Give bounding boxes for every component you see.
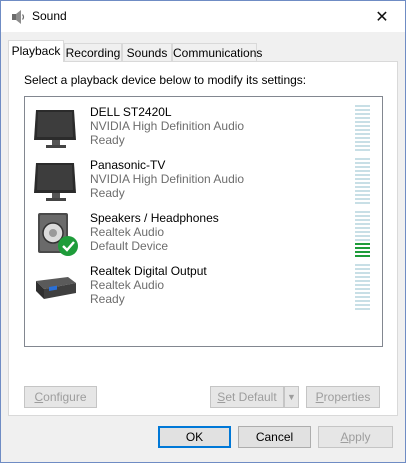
meter-segment	[355, 190, 370, 192]
meter-segment	[355, 105, 370, 107]
meter-segment	[355, 174, 370, 176]
meter-segment	[355, 247, 370, 249]
device-status: Default Device	[90, 239, 169, 253]
meter-segment	[355, 255, 370, 257]
meter-segment	[355, 272, 370, 274]
volume-meter	[355, 211, 370, 257]
device-driver: NVIDIA High Definition Audio	[90, 119, 245, 133]
meter-segment	[355, 223, 370, 225]
meter-segment	[355, 276, 370, 278]
properties-button[interactable]: Properties	[306, 386, 380, 408]
tab-sounds[interactable]: Sounds	[122, 43, 172, 61]
meter-segment	[355, 292, 370, 294]
device-status: Ready	[90, 186, 125, 200]
meter-segment	[355, 215, 370, 217]
tv-icon	[34, 163, 76, 201]
device-item-digital-output[interactable]: Realtek Digital Output Realtek Audio Rea…	[25, 261, 382, 314]
title-bar: Sound ✕	[1, 1, 405, 32]
meter-segment	[355, 198, 370, 200]
monitor-icon	[34, 110, 76, 148]
chevron-down-icon: ▼	[287, 392, 296, 402]
device-item-dell[interactable]: DELL ST2420L NVIDIA High Definition Audi…	[25, 102, 382, 155]
instruction-text: Select a playback device below to modify…	[24, 73, 307, 87]
meter-segment	[355, 284, 370, 286]
device-status: Ready	[90, 292, 125, 306]
device-name: DELL ST2420L	[90, 105, 172, 119]
default-device-check-icon	[58, 236, 78, 256]
meter-segment	[355, 288, 370, 290]
meter-segment	[355, 109, 370, 111]
device-item-speakers[interactable]: Speakers / Headphones Realtek Audio Defa…	[25, 208, 382, 261]
device-driver: NVIDIA High Definition Audio	[90, 172, 245, 186]
meter-segment	[355, 243, 370, 245]
speaker-app-icon	[12, 10, 25, 24]
meter-segment	[355, 239, 370, 241]
close-button[interactable]: ✕	[359, 1, 405, 32]
device-name: Speakers / Headphones	[90, 211, 219, 225]
volume-meter	[355, 264, 370, 310]
meter-segment	[355, 304, 370, 306]
speaker-icon	[38, 213, 78, 256]
meter-segment	[355, 308, 370, 310]
digital-output-icon	[36, 277, 76, 299]
apply-button[interactable]: Apply	[318, 426, 393, 448]
meter-segment	[355, 280, 370, 282]
tab-recording[interactable]: Recording	[64, 43, 122, 61]
device-driver: Realtek Audio	[90, 225, 165, 239]
meter-segment	[355, 235, 370, 237]
device-name: Realtek Digital Output	[90, 264, 207, 278]
meter-segment	[355, 145, 370, 147]
meter-segment	[355, 125, 370, 127]
meter-segment	[355, 162, 370, 164]
set-default-button[interactable]: Set Default	[210, 386, 284, 408]
configure-button[interactable]: Configure	[24, 386, 97, 408]
volume-meter	[355, 105, 370, 151]
cancel-button[interactable]: Cancel	[238, 426, 311, 448]
set-default-dropdown-button[interactable]: ▼	[284, 386, 299, 408]
meter-segment	[355, 117, 370, 119]
meter-segment	[355, 186, 370, 188]
meter-segment	[355, 133, 370, 135]
meter-segment	[355, 170, 370, 172]
meter-segment	[355, 231, 370, 233]
device-name: Panasonic-TV	[90, 158, 166, 172]
sound-dialog: Sound ✕ Playback Recording Sounds Commun…	[0, 0, 406, 463]
device-list[interactable]: DELL ST2420L NVIDIA High Definition Audi…	[24, 96, 383, 347]
meter-segment	[355, 211, 370, 213]
meter-segment	[355, 227, 370, 229]
meter-segment	[355, 121, 370, 123]
meter-segment	[355, 113, 370, 115]
meter-segment	[355, 296, 370, 298]
device-driver: Realtek Audio	[90, 278, 165, 292]
device-status: Ready	[90, 133, 125, 147]
meter-segment	[355, 158, 370, 160]
meter-segment	[355, 149, 370, 151]
meter-segment	[355, 178, 370, 180]
meter-segment	[355, 219, 370, 221]
meter-segment	[355, 166, 370, 168]
ok-button[interactable]: OK	[158, 426, 231, 448]
tab-playback[interactable]: Playback	[8, 40, 64, 62]
device-item-panasonic[interactable]: Panasonic-TV NVIDIA High Definition Audi…	[25, 155, 382, 208]
volume-meter	[355, 158, 370, 204]
window-title: Sound	[32, 9, 67, 23]
meter-segment	[355, 268, 370, 270]
meter-segment	[355, 300, 370, 302]
meter-segment	[355, 129, 370, 131]
meter-segment	[355, 141, 370, 143]
meter-segment	[355, 202, 370, 204]
playback-panel: Select a playback device below to modify…	[8, 61, 398, 416]
tab-communications[interactable]: Communications	[172, 43, 262, 61]
meter-segment	[355, 137, 370, 139]
close-icon: ✕	[375, 8, 389, 26]
meter-segment	[355, 264, 370, 266]
meter-segment	[355, 182, 370, 184]
meter-segment	[355, 251, 370, 253]
meter-segment	[355, 194, 370, 196]
